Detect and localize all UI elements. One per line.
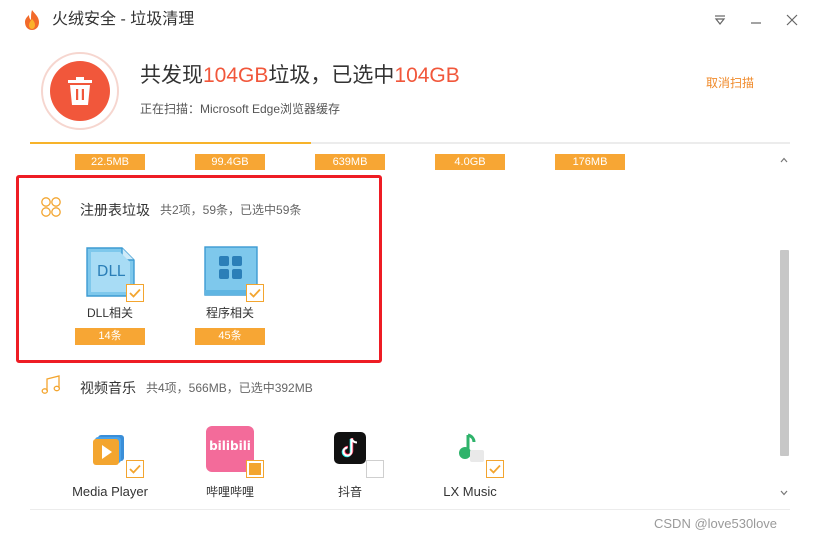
checkbox-checked[interactable] xyxy=(126,460,144,478)
tile-lx-music[interactable]: LX Music xyxy=(420,430,520,500)
tile-label: 抖音 xyxy=(337,485,362,499)
found-size: 104GB xyxy=(203,64,269,87)
watermark-text: CSDN @love530love xyxy=(654,516,778,531)
scroll-down-icon[interactable] xyxy=(779,488,789,498)
size-badge: 176MB xyxy=(555,154,625,170)
title-bar: 火绒安全 - 垃圾清理 xyxy=(0,0,820,40)
scroll-up-icon[interactable] xyxy=(779,155,789,165)
checkbox-unchecked[interactable] xyxy=(366,460,384,478)
size-badge: 639MB xyxy=(315,154,385,170)
section-title: 视频音乐 xyxy=(80,379,136,396)
scroll-thumb[interactable] xyxy=(780,250,789,456)
tile-douyin[interactable]: 抖音 xyxy=(300,430,400,500)
size-badge: 4.0GB xyxy=(435,154,505,170)
tile-bilibili[interactable]: bilibili 哔哩哔哩 xyxy=(180,424,280,500)
tile-label: LX Music xyxy=(443,484,497,499)
bilibili-icon-text: bilibili xyxy=(209,439,251,453)
menu-dropdown-icon[interactable] xyxy=(711,11,729,29)
tile-label: 哔哩哔哩 xyxy=(205,485,254,499)
size-badge: 99.4GB xyxy=(195,154,265,170)
minimize-icon[interactable] xyxy=(747,11,765,29)
huorong-logo-icon xyxy=(22,9,42,31)
lx-music-icon xyxy=(456,432,486,464)
tile-media-player[interactable]: Media Player xyxy=(60,430,160,500)
window-title: 火绒安全 - 垃圾清理 xyxy=(52,11,195,28)
music-note-icon xyxy=(40,374,62,401)
cancel-scan-button[interactable]: 取消扫描 xyxy=(706,75,754,91)
section-header-video-music: 视频音乐 共4项，566MB，已选中392MB xyxy=(40,374,313,401)
douyin-icon xyxy=(334,432,366,464)
scan-progress-fill xyxy=(30,142,312,144)
selected-size: 104GB xyxy=(394,64,460,87)
trash-status-icon xyxy=(41,52,119,130)
section-info: 共4项，566MB，已选中392MB xyxy=(146,381,313,395)
size-badge: 22.5MB xyxy=(75,154,145,170)
checkbox-checked[interactable] xyxy=(486,460,504,478)
scan-progress-bar xyxy=(30,142,790,144)
tile-label: Media Player xyxy=(72,484,148,499)
bottom-divider xyxy=(30,509,790,510)
list-scrollbar[interactable] xyxy=(776,146,792,508)
scan-status-text: 正在扫描：Microsoft Edge浏览器缓存 xyxy=(140,102,341,116)
checkbox-partial[interactable] xyxy=(246,460,264,478)
registry-highlight-box xyxy=(16,175,382,363)
scan-summary: 共发现104GB垃圾，已选中104GB xyxy=(140,64,460,87)
close-icon[interactable] xyxy=(783,11,801,29)
